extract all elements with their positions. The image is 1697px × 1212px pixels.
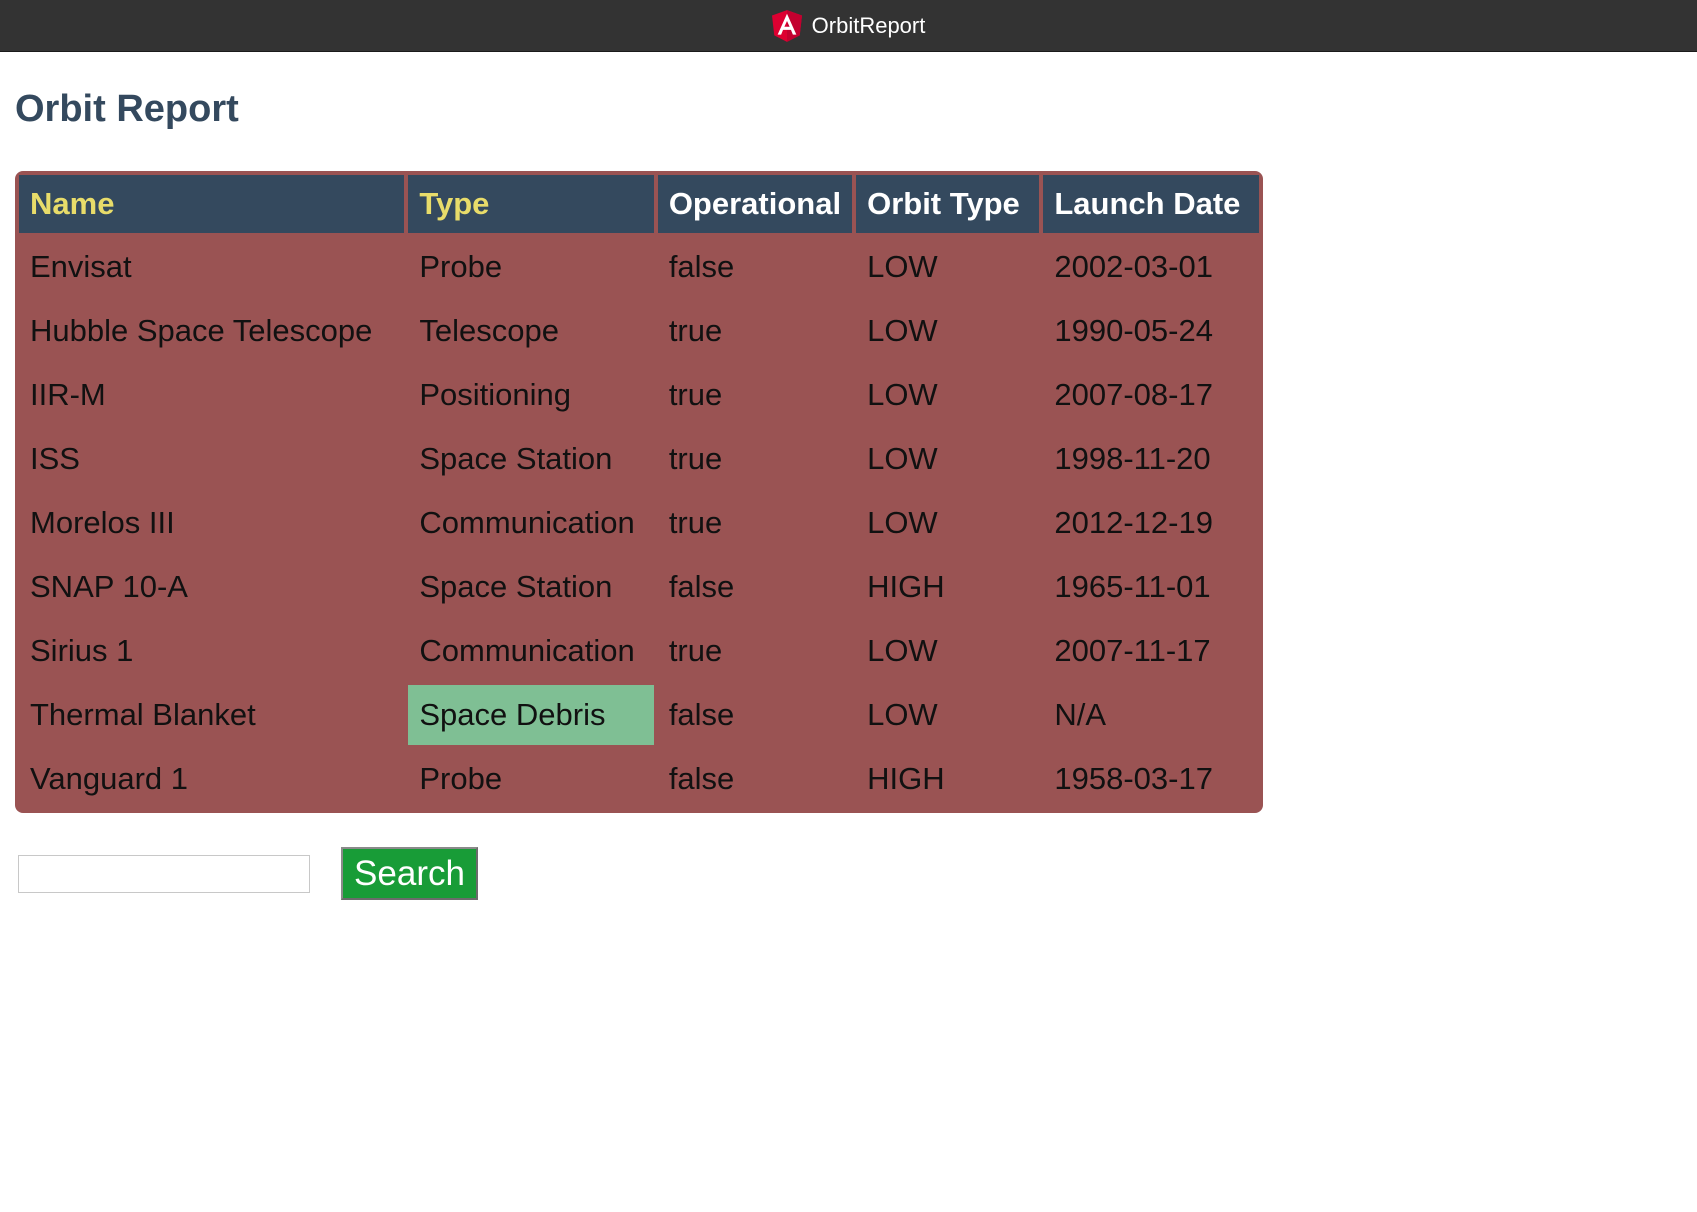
cell-type: Space Station — [419, 569, 613, 604]
cell-name: ISS — [30, 441, 80, 476]
cell-operational: false — [668, 569, 735, 604]
table-row: Hubble Space Telescope Telescope true LO… — [19, 301, 1259, 361]
cell-name: Envisat — [30, 249, 132, 284]
cell-launch-date: 1990-05-24 — [1054, 313, 1213, 348]
column-header-operational: Operational — [657, 175, 853, 233]
cell-orbit-type: LOW — [867, 505, 938, 540]
cell-launch-date: 1958-03-17 — [1054, 761, 1213, 796]
cell-type-space-debris: Space Debris — [408, 685, 654, 745]
cell-name: SNAP 10-A — [30, 569, 188, 604]
table-header: Name Type Operational Orbit Type Launch … — [19, 175, 1259, 233]
cell-name: Hubble Space Telescope — [30, 313, 373, 348]
cell-launch-date: N/A — [1054, 697, 1107, 732]
cell-launch-date: 2012-12-19 — [1054, 505, 1213, 540]
cell-launch-date: 1998-11-20 — [1054, 441, 1211, 476]
search-input[interactable] — [18, 855, 310, 893]
cell-name: Sirius 1 — [30, 633, 134, 668]
cell-type: Probe — [419, 249, 503, 284]
window-title: OrbitReport — [811, 12, 926, 38]
cell-orbit-type: LOW — [867, 441, 938, 476]
cell-name: Thermal Blanket — [30, 697, 256, 732]
cell-operational: false — [668, 249, 735, 284]
table-row: Vanguard 1 Probe false HIGH 1958-03-17 — [19, 749, 1259, 809]
table-row: IIR-M Positioning true LOW 2007-08-17 — [19, 365, 1259, 425]
cell-launch-date: 2002-03-01 — [1054, 249, 1213, 284]
cell-type: Communication — [419, 505, 635, 540]
column-header-orbit-type: Orbit Type — [856, 175, 1040, 233]
column-header-launch-date: Launch Date — [1043, 175, 1259, 233]
table-row: Envisat Probe false LOW 2002-03-01 — [19, 237, 1259, 297]
cell-operational: false — [668, 761, 735, 796]
cell-orbit-type: LOW — [867, 313, 938, 348]
table-row: Thermal Blanket Space Debris false LOW N… — [19, 685, 1259, 745]
cell-type: Positioning — [419, 377, 572, 412]
cell-type: Space Station — [419, 441, 613, 476]
table-row: Sirius 1 Communication true LOW 2007-11-… — [19, 621, 1259, 681]
cell-name: IIR-M — [30, 377, 106, 412]
search-button[interactable]: Search — [341, 847, 478, 900]
cell-orbit-type: LOW — [867, 633, 938, 668]
table-body: Envisat Probe false LOW 2002-03-01 Hubbl… — [19, 237, 1259, 809]
angular-logo-icon — [771, 9, 802, 43]
cell-orbit-type: LOW — [867, 697, 938, 732]
cell-type: Telescope — [419, 313, 559, 348]
cell-launch-date: 2007-11-17 — [1054, 633, 1211, 668]
column-header-type[interactable]: Type — [408, 175, 654, 233]
table-row: SNAP 10-A Space Station false HIGH 1965-… — [19, 557, 1259, 617]
cell-operational: true — [668, 441, 723, 476]
cell-orbit-type: HIGH — [867, 569, 945, 604]
table-header-row: Name Type Operational Orbit Type Launch … — [19, 175, 1259, 233]
cell-orbit-type: LOW — [867, 377, 938, 412]
window-titlebar: OrbitReport — [0, 0, 1697, 52]
cell-operational: true — [668, 633, 723, 668]
cell-launch-date: 1965-11-01 — [1054, 569, 1211, 604]
cell-orbit-type: LOW — [867, 249, 938, 284]
table-row: ISS Space Station true LOW 1998-11-20 — [19, 429, 1259, 489]
table-row: Morelos III Communication true LOW 2012-… — [19, 493, 1259, 553]
cell-operational: true — [668, 377, 723, 412]
orbit-report-table: Name Type Operational Orbit Type Launch … — [15, 171, 1263, 813]
cell-name: Vanguard 1 — [30, 761, 188, 796]
titlebar-content: OrbitReport — [771, 9, 926, 43]
cell-operational: true — [668, 505, 723, 540]
cell-type: Communication — [419, 633, 635, 668]
column-header-name[interactable]: Name — [19, 175, 405, 233]
cell-operational: false — [668, 697, 735, 732]
cell-launch-date: 2007-08-17 — [1054, 377, 1213, 412]
cell-type: Probe — [419, 761, 503, 796]
cell-name: Morelos III — [30, 505, 175, 540]
cell-operational: true — [668, 313, 723, 348]
cell-orbit-type: HIGH — [867, 761, 945, 796]
page-title: Orbit Report — [15, 88, 239, 130]
